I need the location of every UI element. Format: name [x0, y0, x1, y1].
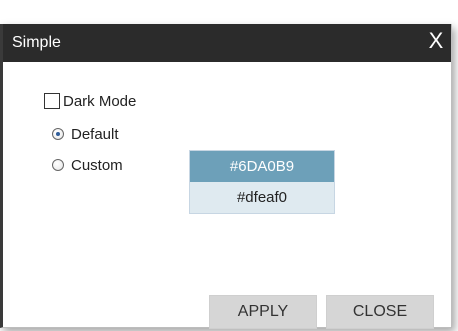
color-item[interactable]: #dfeaf0 — [190, 182, 334, 213]
simple-dialog: Simple X Dark Mode Default Custom #6DA0B… — [0, 24, 452, 329]
color-item-selected[interactable]: #6DA0B9 — [190, 151, 334, 182]
close-button[interactable]: CLOSE — [326, 295, 434, 329]
apply-button[interactable]: APPLY — [209, 295, 317, 329]
dark-mode-checkbox[interactable] — [44, 93, 60, 109]
color-list: #6DA0B9 #dfeaf0 — [189, 150, 335, 214]
radio-custom-icon[interactable] — [52, 159, 64, 171]
title-bar: Simple X — [3, 24, 451, 62]
radio-default-label: Default — [71, 125, 119, 143]
radio-default[interactable]: Default — [52, 124, 119, 144]
radio-custom[interactable]: Custom — [52, 155, 123, 175]
window-title: Simple — [12, 34, 61, 51]
dark-mode-label: Dark Mode — [63, 92, 137, 110]
dark-mode-checkbox-row[interactable]: Dark Mode — [44, 90, 136, 112]
close-icon[interactable]: X — [425, 28, 447, 54]
radio-default-icon[interactable] — [52, 128, 64, 140]
radio-custom-label: Custom — [71, 156, 123, 174]
screenshot-stage: Simple X Dark Mode Default Custom #6DA0B… — [0, 0, 458, 331]
